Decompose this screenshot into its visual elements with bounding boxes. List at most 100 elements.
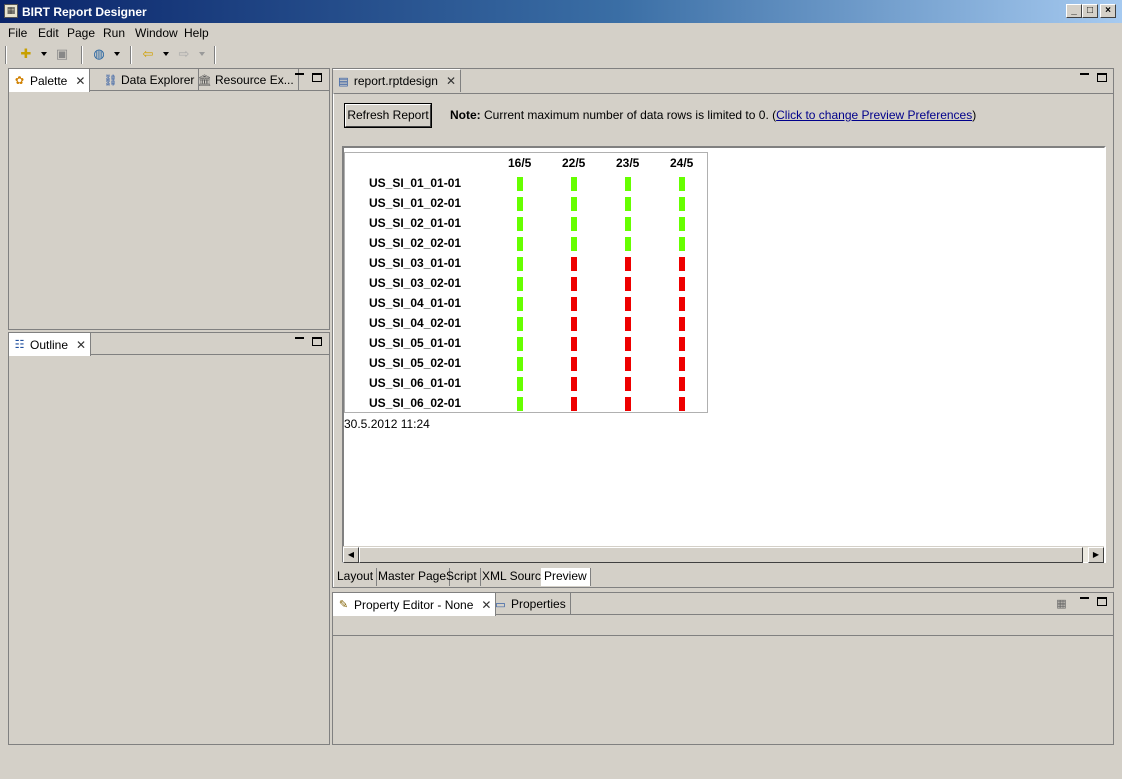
scroll-left-icon[interactable]: ◀ <box>343 547 359 563</box>
status-bar-red <box>571 377 577 391</box>
forward-arrow-icon[interactable]: ⇨ <box>175 47 193 63</box>
menu-page[interactable]: Page <box>67 26 95 40</box>
status-bar-green <box>517 217 523 231</box>
tab-property-editor-label: Property Editor - None <box>354 597 474 612</box>
row-label: US_SI_01_01-01 <box>369 176 462 190</box>
status-bar-green <box>517 377 523 391</box>
view-menu-icon[interactable]: ▦ <box>1055 597 1068 610</box>
status-bar-red <box>679 257 685 271</box>
status-bar-red <box>625 337 631 351</box>
minimize-view-icon[interactable] <box>1080 73 1089 75</box>
close-icon[interactable]: ✕ <box>446 74 456 88</box>
minimize-button[interactable]: _ <box>1066 4 1082 18</box>
palette-panel: ✿ Palette ✕ ⛓ Data Explorer 🏛 Resource E… <box>8 68 330 330</box>
status-bar-green <box>571 177 577 191</box>
maximize-view-icon[interactable] <box>1097 73 1107 82</box>
tab-resource-explorer-label: Resource Ex... <box>215 73 294 87</box>
status-bar-green <box>517 277 523 291</box>
status-bar-red <box>625 357 631 371</box>
maximize-view-icon[interactable] <box>312 73 322 82</box>
preview-note: Note: Current maximum number of data row… <box>450 108 976 122</box>
save-icon[interactable]: ▣ <box>53 47 71 63</box>
menu-file[interactable]: File <box>8 26 27 40</box>
column-header: 24/5 <box>670 156 694 170</box>
new-dropdown-icon[interactable] <box>41 52 47 56</box>
tab-outline[interactable]: ☷ Outline ✕ <box>9 333 92 356</box>
menu-bar: File Edit Page Run Window Help <box>0 23 1122 43</box>
row-label: US_SI_03_02-01 <box>369 276 462 290</box>
tab-properties[interactable]: ▭ Properties <box>490 593 571 615</box>
editor-tab-row: ▤ report.rptdesign ✕ <box>333 69 1113 92</box>
status-bar-green <box>679 197 685 211</box>
status-bar-red <box>679 377 685 391</box>
menu-help[interactable]: Help <box>184 26 209 40</box>
forward-dropdown-icon[interactable] <box>199 52 205 56</box>
status-bar-red <box>625 257 631 271</box>
outline-icon: ☷ <box>14 339 25 351</box>
resource-explorer-icon: 🏛 <box>197 74 212 87</box>
status-bar-green <box>571 197 577 211</box>
property-editor-icon: ✎ <box>338 599 349 611</box>
status-bar-red <box>625 297 631 311</box>
tab-script[interactable]: Script <box>443 568 481 586</box>
toolbar-separator <box>5 46 7 64</box>
refresh-report-button[interactable]: Refresh Report <box>344 103 432 128</box>
column-header: 23/5 <box>616 156 640 170</box>
note-end: ) <box>972 108 977 122</box>
minimize-view-icon[interactable] <box>295 337 304 339</box>
scroll-thumb[interactable] <box>359 547 1083 563</box>
property-editor-panel: ✎ Property Editor - None ✕ ▭ Properties … <box>332 592 1114 745</box>
close-icon[interactable]: ✕ <box>75 74 85 88</box>
horizontal-scrollbar[interactable]: ◀ ▶ <box>343 546 1104 563</box>
close-button[interactable]: × <box>1100 4 1116 18</box>
row-label: US_SI_02_01-01 <box>369 216 462 230</box>
menu-window[interactable]: Window <box>135 26 178 40</box>
status-bar-green <box>679 237 685 251</box>
preview-preferences-link[interactable]: Click to change Preview Preferences <box>776 108 972 122</box>
tab-layout[interactable]: Layout <box>334 568 378 586</box>
row-label: US_SI_06_02-01 <box>369 396 462 410</box>
app-icon: ▦ <box>4 4 18 18</box>
back-dropdown-icon[interactable] <box>163 52 169 56</box>
toolbar: ✚ ▣ ◍ ⇦ ⇨ <box>0 43 1122 67</box>
menu-run[interactable]: Run <box>103 26 125 40</box>
status-bar-green <box>625 237 631 251</box>
property-tab-row: ✎ Property Editor - None ✕ ▭ Properties … <box>333 593 1113 616</box>
row-label: US_SI_02_02-01 <box>369 236 462 250</box>
status-bar-green <box>571 237 577 251</box>
tab-preview[interactable]: Preview <box>541 568 591 586</box>
status-bar-red <box>679 357 685 371</box>
status-bar-green <box>517 257 523 271</box>
status-bar-green <box>517 237 523 251</box>
maximize-view-icon[interactable] <box>312 337 322 346</box>
minimize-view-icon[interactable] <box>295 73 304 75</box>
status-bar-red <box>679 397 685 411</box>
row-label: US_SI_04_02-01 <box>369 316 462 330</box>
scroll-right-icon[interactable]: ▶ <box>1088 547 1104 563</box>
title-bar: ▦ BIRT Report Designer _ □ × <box>0 0 1122 23</box>
run-dropdown-icon[interactable] <box>114 52 120 56</box>
tab-report-rptdesign[interactable]: ▤ report.rptdesign ✕ <box>333 69 461 92</box>
row-label: US_SI_03_01-01 <box>369 256 462 270</box>
status-bar-green <box>679 217 685 231</box>
status-bar-red <box>679 317 685 331</box>
maximize-button[interactable]: □ <box>1082 4 1098 18</box>
tab-master-page[interactable]: Master Page <box>375 568 451 586</box>
data-explorer-icon: ⛓ <box>103 74 118 87</box>
globe-icon[interactable]: ◍ <box>90 47 108 63</box>
tab-palette-label: Palette <box>30 73 68 88</box>
status-bar-red <box>571 357 577 371</box>
new-icon[interactable]: ✚ <box>17 47 35 63</box>
status-bar-red <box>571 257 577 271</box>
menu-edit[interactable]: Edit <box>38 26 59 40</box>
tab-property-editor[interactable]: ✎ Property Editor - None ✕ <box>333 593 497 616</box>
minimize-view-icon[interactable] <box>1080 597 1089 599</box>
maximize-view-icon[interactable] <box>1097 597 1107 606</box>
close-icon[interactable]: ✕ <box>76 338 86 352</box>
tab-outline-label: Outline <box>30 337 69 352</box>
back-arrow-icon[interactable]: ⇦ <box>139 47 157 63</box>
tab-resource-explorer[interactable]: 🏛 Resource Ex... <box>194 69 299 91</box>
status-bar-green <box>679 177 685 191</box>
tab-data-explorer[interactable]: ⛓ Data Explorer <box>100 69 200 91</box>
tab-palette[interactable]: ✿ Palette ✕ <box>9 69 91 92</box>
